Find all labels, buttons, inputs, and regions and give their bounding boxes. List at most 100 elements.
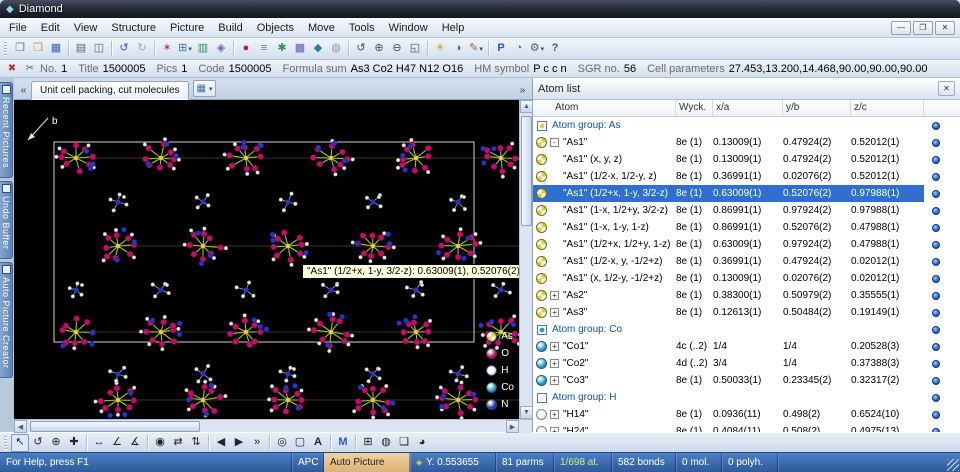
save-icon[interactable]: ▦ bbox=[47, 40, 65, 58]
column-header-zc[interactable]: z/c bbox=[851, 100, 924, 116]
walk-icon[interactable]: ⇄ bbox=[169, 434, 187, 452]
pan-mode-icon[interactable]: ✚ bbox=[65, 434, 83, 452]
close-button[interactable]: ✕ bbox=[935, 21, 955, 35]
scroll-right-icon[interactable]: ▶ bbox=[506, 420, 519, 433]
print-icon[interactable]: ▤ bbox=[72, 40, 90, 58]
vertical-scroll-thumb[interactable] bbox=[521, 116, 532, 226]
rotate-view-icon[interactable]: ↺ bbox=[352, 40, 370, 58]
table-row[interactable]: "As1" (x, 1/2-y, -1/2+z)8e (1)0.13009(1)… bbox=[533, 270, 960, 287]
row-marker-dot[interactable] bbox=[932, 190, 940, 198]
canvas-horizontal-scrollbar[interactable]: ◀ ▶ bbox=[14, 419, 532, 432]
table-row[interactable]: +"As3"8e (1)0.12613(1)0.50484(2)0.19149(… bbox=[533, 304, 960, 321]
menu-item-window[interactable]: Window bbox=[382, 20, 435, 36]
structure-canvas[interactable]: b AsOHCoN "As1" (1/2+x, 1-y, 3/2-z): 0.6… bbox=[14, 100, 519, 419]
fill-cell-icon[interactable]: ▩ bbox=[291, 40, 309, 58]
table-row[interactable]: Atom group: H bbox=[533, 389, 960, 406]
table-row[interactable]: "As1" (x, y, z)8e (1)0.13009(1)0.47924(2… bbox=[533, 151, 960, 168]
column-header-wyck[interactable]: Wyck. bbox=[676, 100, 713, 116]
menu-item-tools[interactable]: Tools bbox=[342, 20, 382, 36]
rotate-mode-icon[interactable]: ↺ bbox=[29, 434, 47, 452]
menu-item-objects[interactable]: Objects bbox=[250, 20, 301, 36]
add-atoms-icon[interactable]: ● bbox=[237, 40, 255, 58]
tree-expander[interactable]: + bbox=[550, 291, 559, 300]
tab-undo-buffer[interactable]: Undo Buffer bbox=[0, 181, 13, 259]
movie-icon[interactable]: M bbox=[334, 434, 352, 452]
table-view-icon[interactable]: ⊞▾ bbox=[176, 40, 194, 58]
menu-item-help[interactable]: Help bbox=[435, 20, 472, 36]
table-row[interactable]: "As1" (1-x, 1-y, 1-z)8e (1)0.86991(1)0.5… bbox=[533, 219, 960, 236]
tree-expander[interactable]: - bbox=[550, 138, 559, 147]
tree-expander[interactable]: + bbox=[550, 342, 559, 351]
table-row[interactable]: +"H14"8e (1)0.0936(11)0.498(2)0.6524(10) bbox=[533, 406, 960, 423]
tree-expander[interactable]: + bbox=[550, 376, 559, 385]
tools-icon[interactable]: ⚙▾ bbox=[528, 40, 546, 58]
table-row[interactable]: -"As1"8e (1)0.13009(1)0.47924(2)0.52012(… bbox=[533, 134, 960, 151]
canvas-vertical-scrollbar[interactable]: ▲ ▼ bbox=[519, 100, 532, 419]
add-bonds-icon[interactable]: ≡ bbox=[255, 40, 273, 58]
toolbar-grip[interactable] bbox=[4, 42, 7, 56]
menu-item-build[interactable]: Build bbox=[211, 20, 249, 36]
table-row[interactable]: "As1" (1-x, 1/2+y, 3/2-z)8e (1)0.86991(1… bbox=[533, 202, 960, 219]
row-marker-dot[interactable] bbox=[932, 122, 940, 130]
distance-plot-icon[interactable]: ◔ bbox=[510, 40, 528, 58]
lighting-icon[interactable]: ☀ bbox=[431, 40, 449, 58]
menu-item-view[interactable]: View bbox=[67, 20, 105, 36]
menu-item-move[interactable]: Move bbox=[301, 20, 342, 36]
tree-expander[interactable]: + bbox=[550, 308, 559, 317]
table-row[interactable]: "As1" (1/2-x, 1/2-y, z)8e (1)0.36991(1)0… bbox=[533, 168, 960, 185]
zoom-out-icon[interactable]: ⊖ bbox=[388, 40, 406, 58]
tab-auto-picture-creator[interactable]: Auto Picture Creator bbox=[0, 262, 13, 378]
menu-item-picture[interactable]: Picture bbox=[163, 20, 211, 36]
tracking-icon[interactable]: ◎ bbox=[273, 434, 291, 452]
row-marker-dot[interactable] bbox=[932, 309, 940, 317]
table-row[interactable]: +"Co1"4c (..2)1/41/40.20528(3) bbox=[533, 338, 960, 355]
column-header-xa[interactable]: x/a bbox=[713, 100, 783, 116]
row-marker-dot[interactable] bbox=[932, 139, 940, 147]
row-marker-dot[interactable] bbox=[932, 394, 940, 402]
label-mode-icon[interactable]: A bbox=[309, 434, 327, 452]
scroll-up-icon[interactable]: ▲ bbox=[520, 100, 533, 113]
table-row[interactable]: Atom group: Co bbox=[533, 321, 960, 338]
help-icon[interactable]: ? bbox=[546, 40, 564, 58]
row-marker-dot[interactable] bbox=[932, 292, 940, 300]
hide-atoms-icon[interactable]: ◍ bbox=[327, 40, 345, 58]
row-marker-dot[interactable] bbox=[932, 258, 940, 266]
picture-select-dropdown[interactable]: ▦ ▾ bbox=[193, 80, 217, 97]
tab-scroll-right-icon[interactable]: » bbox=[516, 82, 529, 98]
table-row[interactable]: "As1" (1/2+x, 1/2+y, 1-z)8e (1)0.63009(1… bbox=[533, 236, 960, 253]
row-marker-dot[interactable] bbox=[932, 275, 940, 283]
row-marker-dot[interactable] bbox=[932, 377, 940, 385]
table-row[interactable]: Atom group: As bbox=[533, 117, 960, 134]
tree-expander[interactable]: + bbox=[550, 410, 559, 419]
column-header-yb[interactable]: y/b bbox=[783, 100, 851, 116]
column-header-atom[interactable]: Atom bbox=[533, 100, 676, 116]
step-back-icon[interactable]: ◀ bbox=[212, 434, 230, 452]
redo-icon[interactable]: ↻ bbox=[133, 40, 151, 58]
open-icon[interactable]: ❒ bbox=[29, 40, 47, 58]
copy-picture-icon[interactable]: ◫ bbox=[90, 40, 108, 58]
new-document-icon[interactable]: ❐ bbox=[11, 40, 29, 58]
table-row[interactable]: +"As2"8e (1)0.38300(1)0.50979(2)0.35555(… bbox=[533, 287, 960, 304]
zoom-mode-icon[interactable]: ⊕ bbox=[47, 434, 65, 452]
picture-settings-icon[interactable]: ✎▾ bbox=[467, 40, 485, 58]
scroll-down-icon[interactable]: ▼ bbox=[520, 406, 533, 419]
close-panel-icon[interactable]: ✕ bbox=[938, 81, 955, 96]
tab-recent-pictures[interactable]: Recent Pictures bbox=[0, 82, 13, 178]
structure-wizard-icon[interactable]: ✶ bbox=[158, 40, 176, 58]
fit-view-icon[interactable]: ◱ bbox=[406, 40, 424, 58]
polyhedra-icon[interactable]: ◆ bbox=[309, 40, 327, 58]
scroll-left-icon[interactable]: ◀ bbox=[14, 420, 27, 433]
build-molecules-icon[interactable]: ✱ bbox=[273, 40, 291, 58]
table-row[interactable]: +"H24"8e (1)0.4084(11)0.508(2)0.4975(13) bbox=[533, 423, 960, 432]
row-marker-dot[interactable] bbox=[932, 207, 940, 215]
row-marker-dot[interactable] bbox=[932, 343, 940, 351]
zoom-in-icon[interactable]: ⊕ bbox=[370, 40, 388, 58]
spin-icon[interactable]: ◉ bbox=[151, 434, 169, 452]
row-marker-dot[interactable] bbox=[932, 156, 940, 164]
undo-icon[interactable]: ↺ bbox=[115, 40, 133, 58]
info-mode-icon[interactable]: ◍ bbox=[377, 434, 395, 452]
toolbar-grip[interactable] bbox=[4, 436, 7, 450]
menu-item-structure[interactable]: Structure bbox=[104, 20, 163, 36]
close-structure-icon[interactable]: ✖ bbox=[4, 63, 20, 74]
measure-distance-icon[interactable]: ↔ bbox=[90, 434, 108, 452]
